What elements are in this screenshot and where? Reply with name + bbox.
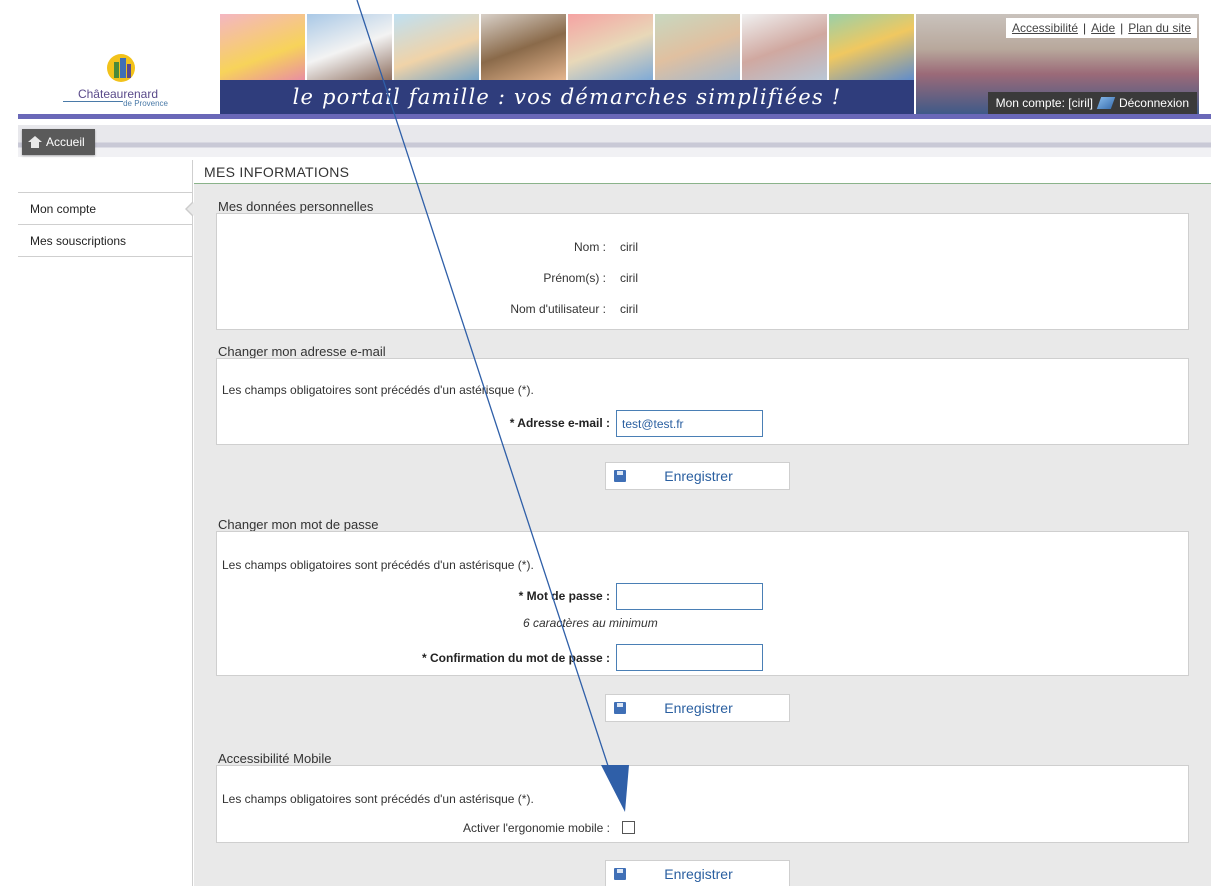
logout-icon	[1096, 97, 1116, 109]
save-icon	[614, 702, 626, 714]
help-link[interactable]: Aide	[1091, 21, 1115, 35]
accessibility-link[interactable]: Accessibilité	[1012, 21, 1078, 35]
header-photo: Accessibilité | Aide | Plan du site Mon comp…	[916, 14, 1199, 114]
sidebar-item-mon-compte[interactable]: Mon compte	[18, 193, 194, 225]
username-value: ciril	[620, 302, 638, 316]
save-mobile-label: Enregistrer	[664, 866, 733, 882]
castle-logo-icon	[107, 54, 135, 82]
personal-data-legend: Mes données personnelles	[218, 199, 380, 214]
utility-links: Accessibilité | Aide | Plan du site	[1005, 18, 1197, 38]
page-title: MES INFORMATIONS	[194, 160, 1211, 184]
banner-photo	[829, 14, 914, 82]
save-icon	[614, 868, 626, 880]
password-legend: Changer mon mot de passe	[218, 517, 385, 532]
password-field-label: * Mot de passe :	[518, 589, 610, 603]
save-password-label: Enregistrer	[664, 700, 733, 716]
password-panel: Les champs obligatoires sont précédés d'…	[216, 531, 1189, 676]
banner-photos	[220, 14, 914, 82]
confirm-password-label: * Confirmation du mot de passe :	[421, 651, 610, 665]
mobile-ergonomics-checkbox[interactable]	[622, 821, 635, 834]
main-content: MES INFORMATIONS Mes données personnelle…	[194, 160, 1211, 886]
home-icon	[28, 136, 42, 148]
sidebar-item-mes-souscriptions[interactable]: Mes souscriptions	[18, 225, 192, 257]
save-mobile-button[interactable]: Enregistrer	[605, 860, 790, 886]
email-panel: Les champs obligatoires sont précédés d'…	[216, 358, 1189, 445]
banner-photo	[568, 14, 655, 82]
nav-bar: Accueil	[18, 125, 1211, 157]
sidebar-item-label: Mon compte	[30, 202, 97, 216]
mobile-accessibility-legend: Accessibilité Mobile	[218, 751, 338, 766]
banner-photo	[220, 14, 307, 82]
save-email-label: Enregistrer	[664, 468, 733, 484]
link-separator: |	[1120, 21, 1124, 35]
banner-photo	[481, 14, 568, 82]
password-min-note: 6 caractères au minimum	[523, 616, 658, 630]
header-divider	[18, 114, 1211, 119]
sidebar-item-label: Mes souscriptions	[30, 234, 127, 248]
account-bar: Mon compte: [ciril] Déconnexion	[987, 92, 1197, 114]
banner-photo	[307, 14, 394, 82]
save-icon	[614, 470, 626, 482]
save-password-button[interactable]: Enregistrer	[605, 694, 790, 722]
email-field-label: * Adresse e-mail :	[509, 416, 610, 430]
last-name-value: ciril	[620, 240, 638, 254]
mobile-ergonomics-label: Activer l'ergonomie mobile :	[462, 821, 610, 835]
site-header: Châteaurenard de Provence le portail fam…	[18, 10, 1211, 120]
link-separator: |	[1083, 21, 1087, 35]
confirm-password-field[interactable]	[616, 644, 763, 671]
banner-photo	[394, 14, 481, 82]
personal-data-panel: Nom : ciril Prénom(s) : ciril Nom d'util…	[216, 213, 1189, 330]
email-field[interactable]	[616, 410, 763, 437]
first-name-value: ciril	[620, 271, 638, 285]
home-label: Accueil	[46, 135, 85, 149]
username-label: Nom d'utilisateur :	[510, 302, 606, 316]
logo-subtitle: de Provence	[123, 99, 168, 108]
sidebar-spacer	[18, 160, 192, 193]
city-logo[interactable]: Châteaurenard de Provence	[18, 14, 218, 114]
email-legend: Changer mon adresse e-mail	[218, 344, 392, 359]
banner-photo	[655, 14, 742, 82]
required-fields-hint: Les champs obligatoires sont précédés d'…	[222, 558, 534, 572]
banner-photo	[742, 14, 829, 82]
mobile-accessibility-panel: Les champs obligatoires sont précédés d'…	[216, 765, 1189, 843]
account-link[interactable]: Mon compte: [ciril]	[996, 96, 1093, 110]
last-name-label: Nom :	[573, 240, 606, 254]
site-tagline: le portail famille : vos démarches simpl…	[220, 80, 914, 114]
required-fields-hint: Les champs obligatoires sont précédés d'…	[222, 792, 534, 806]
password-field[interactable]	[616, 583, 763, 610]
sidebar: Mon compte Mes souscriptions	[18, 160, 194, 886]
required-fields-hint: Les champs obligatoires sont précédés d'…	[222, 383, 534, 397]
logout-link[interactable]: Déconnexion	[1119, 96, 1189, 110]
save-email-button[interactable]: Enregistrer	[605, 462, 790, 490]
home-button[interactable]: Accueil	[22, 129, 95, 155]
sitemap-link[interactable]: Plan du site	[1128, 21, 1191, 35]
first-name-label: Prénom(s) :	[543, 271, 606, 285]
